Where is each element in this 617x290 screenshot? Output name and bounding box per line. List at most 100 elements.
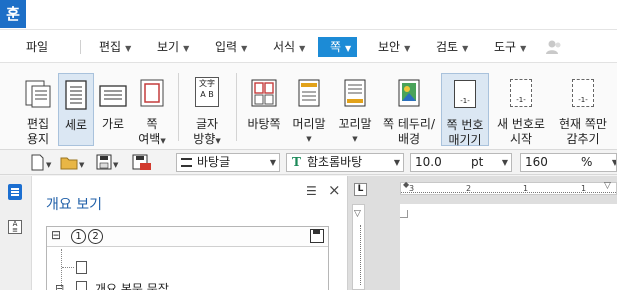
menu-format-label: 서식 bbox=[273, 40, 296, 54]
save-icon[interactable]: ▼ bbox=[96, 154, 120, 171]
margin-corner-mark bbox=[400, 210, 408, 218]
horizontal-ruler[interactable]: ◆ 3 2 1 1 ▽ bbox=[400, 180, 617, 195]
new-number-icon: -1- bbox=[510, 79, 532, 107]
menu-view-label: 보기 bbox=[157, 40, 180, 54]
font-size-input[interactable]: 10.0 pt ▼ bbox=[410, 153, 512, 172]
outline-paragraph-icon[interactable] bbox=[76, 261, 87, 274]
edit-paper-button[interactable]: 편집 용지 bbox=[18, 73, 58, 147]
page-number-glyph: -1- bbox=[460, 97, 470, 105]
footer-icon bbox=[344, 79, 366, 111]
chevron-down-icon: ▼ bbox=[345, 44, 352, 53]
chevron-down-icon: ▼ bbox=[393, 158, 400, 167]
menu-security[interactable]: 보안 ▼ bbox=[378, 37, 410, 57]
collapse-all-icon[interactable]: ⊟ bbox=[51, 228, 61, 242]
landscape-label: 가로 bbox=[101, 117, 125, 131]
edit-paper-label: 편집 용지 bbox=[18, 117, 58, 147]
new-document-icon[interactable]: ▼ bbox=[30, 154, 52, 171]
background-page-button[interactable]: 바탕쪽 bbox=[244, 73, 284, 147]
header-button[interactable]: 머리말 ▼ bbox=[288, 73, 330, 147]
new-numbering-button[interactable]: -1- 새 번호로 시작 bbox=[493, 73, 549, 147]
font-select[interactable]: T 함초롬바탕 ▼ bbox=[286, 153, 404, 172]
portrait-button[interactable]: 세로 bbox=[58, 73, 94, 146]
save-outline-icon-shutter bbox=[313, 230, 320, 234]
expand-icon[interactable]: ⊟ bbox=[55, 282, 64, 290]
zoom-input[interactable]: 160 % ▼ bbox=[520, 153, 617, 172]
app-logo-icon[interactable]: 훈 bbox=[0, 0, 26, 28]
text-direction-glyph-top: 文字 bbox=[199, 79, 215, 88]
menu-review[interactable]: 검토 ▼ bbox=[436, 37, 468, 57]
styles-tab-icon[interactable]: A ≡ bbox=[8, 220, 22, 234]
font-value: 함초롬바탕 bbox=[307, 155, 363, 169]
ruler-right-indent-marker[interactable]: ▽ bbox=[604, 181, 611, 191]
page-numbering-button[interactable]: -1- 쪽 번호 매기기 bbox=[441, 73, 489, 147]
svg-text:▼: ▼ bbox=[113, 161, 119, 169]
chevron-down-icon: ▼ bbox=[520, 44, 527, 53]
new-numbering-line2: 시작 bbox=[509, 132, 533, 146]
page-border-background-button[interactable]: 쪽 테두리/배경 bbox=[378, 73, 440, 147]
level-1-button[interactable]: 1 bbox=[71, 229, 86, 244]
chevron-down-icon: ▼ bbox=[352, 135, 358, 143]
menu-format[interactable]: 서식 ▼ bbox=[273, 37, 305, 57]
close-icon[interactable]: × bbox=[328, 181, 341, 199]
menu-page[interactable]: 쪽 ▼ bbox=[318, 37, 358, 57]
open-folder-icon[interactable]: ▼ bbox=[60, 154, 86, 171]
footer-button[interactable]: 꼬리말 ▼ bbox=[334, 73, 376, 147]
new-numbering-label: 새 번호로 시작 bbox=[493, 117, 549, 147]
portrait-page-icon bbox=[65, 80, 87, 114]
formatting-toolbar: ▼ ▼ ▼ 바탕글 ▼ T 함초롬바탕 ▼ 10.0 pt ▼ 160 % bbox=[0, 150, 617, 175]
style-select[interactable]: 바탕글 ▼ bbox=[176, 153, 280, 172]
margins-line1: 쪽 bbox=[146, 117, 158, 131]
hide-current-page-button[interactable]: -1- 현재 쪽만 감추기 bbox=[553, 73, 613, 147]
vertical-ruler[interactable]: ▽ bbox=[352, 204, 365, 290]
ribbon-divider bbox=[236, 73, 237, 141]
save-pdf-icon[interactable] bbox=[132, 154, 154, 171]
outline-item-text[interactable]: 개요 본문 문장 bbox=[95, 280, 169, 290]
landscape-button[interactable]: 가로 bbox=[96, 73, 130, 147]
outline-view-tab-icon[interactable] bbox=[8, 184, 22, 200]
menu-tools-label: 도구 bbox=[494, 40, 517, 54]
text-direction-button[interactable]: 文字 A B 글자 방향▼ bbox=[186, 73, 228, 147]
margins-icon bbox=[140, 79, 164, 111]
edit-paper-line2: 용지 bbox=[26, 132, 50, 146]
ruler-top-marker[interactable]: ▽ bbox=[354, 209, 361, 219]
text-direction-line1: 글자 bbox=[195, 117, 219, 131]
menu-view[interactable]: 보기 ▼ bbox=[157, 37, 189, 57]
edit-paper-icon bbox=[23, 79, 53, 113]
save-outline-icon[interactable] bbox=[310, 229, 324, 243]
ruler-ticks bbox=[401, 189, 616, 193]
menu-security-label: 보안 bbox=[378, 40, 401, 54]
page-border-line2: 배경 bbox=[397, 132, 421, 146]
header-label-text: 머리말 bbox=[292, 117, 326, 131]
chevron-down-icon: ▼ bbox=[462, 44, 469, 53]
background-page-label: 바탕쪽 bbox=[247, 117, 281, 131]
paragraph-style-icon bbox=[181, 158, 192, 167]
ribbon-divider bbox=[178, 73, 179, 141]
chevron-down-icon: ▼ bbox=[306, 135, 312, 143]
menu-input[interactable]: 입력 ▼ bbox=[215, 37, 247, 57]
hide-page-line1: 현재 쪽만 bbox=[559, 117, 607, 131]
outline-level-bar: ⊟ 1 2 bbox=[47, 227, 328, 247]
menu-tools[interactable]: 도구 ▼ bbox=[494, 37, 526, 57]
page-margins-button[interactable]: 쪽 여백▼ bbox=[132, 73, 172, 147]
style-value: 바탕글 bbox=[197, 155, 231, 169]
pane-menu-icon[interactable]: ☰ bbox=[306, 184, 317, 198]
outline-list: ⊟ 1 2 ⊟ 개요 본문 문장 bbox=[46, 226, 329, 290]
menu-input-label: 입력 bbox=[215, 40, 238, 54]
menu-divider bbox=[80, 40, 81, 54]
menu-edit[interactable]: 편집 ▼ bbox=[99, 37, 131, 57]
user-icon[interactable] bbox=[545, 39, 563, 55]
chevron-down-icon: ▼ bbox=[125, 44, 132, 53]
chevron-down-icon: ▼ bbox=[404, 44, 411, 53]
svg-text:▼: ▼ bbox=[79, 161, 85, 169]
outline-tab-line bbox=[11, 188, 19, 190]
level-2-button[interactable]: 2 bbox=[88, 229, 103, 244]
outline-paragraph-icon[interactable] bbox=[76, 281, 87, 290]
document-page[interactable] bbox=[400, 204, 617, 290]
chevron-down-icon: ▼ bbox=[269, 158, 276, 167]
text-direction-line2: 방향 bbox=[193, 132, 216, 146]
margins-line2: 여백 bbox=[138, 132, 161, 146]
hide-page-line2: 감추기 bbox=[566, 132, 600, 146]
tree-line bbox=[62, 267, 74, 268]
menu-file[interactable]: 파일 bbox=[26, 37, 48, 57]
tab-stop-selector[interactable]: L bbox=[354, 183, 367, 196]
